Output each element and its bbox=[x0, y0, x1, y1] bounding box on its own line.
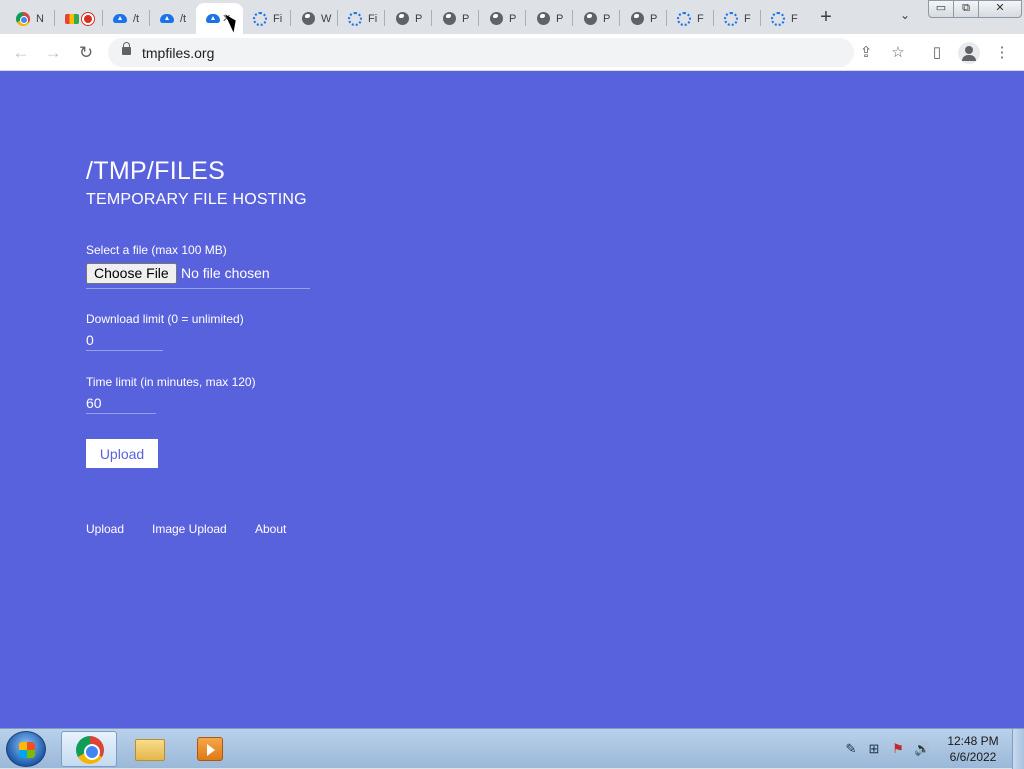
tab-16[interactable]: F bbox=[714, 3, 761, 34]
tab-10[interactable]: P bbox=[432, 3, 479, 34]
pen-icon[interactable]: ✎ bbox=[843, 741, 859, 757]
tab-title: F bbox=[697, 12, 704, 25]
clock-time: 12:48 PM bbox=[947, 734, 999, 748]
time-limit-input[interactable] bbox=[86, 392, 156, 414]
download-limit-label: Download limit (0 = unlimited) bbox=[86, 312, 244, 326]
address-bar[interactable]: tmpfiles.org bbox=[108, 38, 854, 67]
share-icon[interactable]: ⇪ bbox=[855, 42, 877, 64]
menu-kebab-icon[interactable]: ⋮ bbox=[991, 42, 1013, 64]
lock-icon[interactable] bbox=[122, 42, 131, 55]
tab-15[interactable]: F bbox=[667, 3, 714, 34]
tab-strip: N /t /t ✕ Fi W Fi P P P P P P F F F + ⌄ … bbox=[0, 0, 1024, 34]
loading-icon bbox=[253, 11, 267, 26]
globe-icon bbox=[301, 12, 315, 26]
tab-2[interactable] bbox=[55, 3, 102, 34]
url-text[interactable]: tmpfiles.org bbox=[142, 45, 214, 61]
page-title: /TMP/FILES bbox=[86, 157, 226, 185]
loading-icon bbox=[677, 11, 691, 26]
upload-button[interactable]: Upload bbox=[86, 439, 158, 468]
footer-link-image-upload[interactable]: Image Upload bbox=[152, 522, 227, 536]
tab-title: P bbox=[556, 12, 564, 25]
globe-icon bbox=[489, 12, 503, 26]
clock-date: 6/6/2022 bbox=[949, 750, 997, 764]
media-player-icon bbox=[197, 737, 223, 761]
windows-logo-icon bbox=[19, 742, 35, 758]
globe-icon bbox=[630, 12, 644, 26]
tab-title: P bbox=[462, 12, 470, 25]
bookmark-star-icon[interactable]: ☆ bbox=[887, 42, 909, 64]
tab-17[interactable]: F bbox=[761, 3, 808, 34]
tab-title: P bbox=[415, 12, 423, 25]
action-center-flag-icon[interactable]: ⚑ bbox=[890, 741, 906, 757]
globe-icon bbox=[442, 12, 456, 26]
loading-icon bbox=[771, 11, 785, 26]
tab-title: P bbox=[650, 12, 658, 25]
footer-link-about[interactable]: About bbox=[255, 522, 286, 536]
globe-icon bbox=[395, 12, 409, 26]
tab-title: F bbox=[744, 12, 751, 25]
tab-7[interactable]: W bbox=[291, 3, 338, 34]
tab-13[interactable]: P bbox=[573, 3, 620, 34]
tab-8[interactable]: Fi bbox=[338, 3, 385, 34]
page-content: /TMP/FILES TEMPORARY FILE HOSTING Select… bbox=[0, 71, 1024, 728]
recording-icon bbox=[82, 12, 94, 25]
download-limit-input[interactable] bbox=[86, 329, 163, 351]
taskbar-explorer[interactable] bbox=[122, 731, 178, 767]
profile-avatar-icon[interactable] bbox=[958, 42, 980, 64]
time-limit-label: Time limit (in minutes, max 120) bbox=[86, 375, 256, 389]
tab-1[interactable]: N bbox=[6, 3, 53, 34]
cloud-upload-icon bbox=[206, 12, 220, 26]
file-select-label: Select a file (max 100 MB) bbox=[86, 243, 227, 257]
taskbar-media-player[interactable] bbox=[183, 731, 239, 767]
footer-link-upload[interactable]: Upload bbox=[86, 522, 124, 536]
choose-file-button[interactable]: Choose File bbox=[86, 263, 177, 284]
cloud-upload-icon bbox=[113, 12, 127, 26]
tab-title: W bbox=[321, 12, 332, 25]
volume-icon[interactable]: 🔊 bbox=[914, 741, 930, 757]
tab-4[interactable]: /t bbox=[150, 3, 197, 34]
tab-3[interactable]: /t bbox=[103, 3, 150, 34]
show-desktop-button[interactable] bbox=[1012, 729, 1024, 769]
tab-14[interactable]: P bbox=[620, 3, 667, 34]
taskbar: ✎ ⊞ ⚑ 🔊 12:48 PM 6/6/2022 bbox=[0, 728, 1024, 769]
file-input[interactable]: Choose File No file chosen bbox=[86, 263, 310, 289]
tab-title: /t bbox=[180, 12, 187, 25]
close-window-button[interactable]: ✕ bbox=[978, 0, 1022, 18]
network-icon[interactable]: ⊞ bbox=[866, 741, 882, 757]
browser-toolbar: ← → ↻ tmpfiles.org ⇪ ☆ ▯ ⋮ bbox=[0, 34, 1024, 71]
cloud-upload-icon bbox=[160, 12, 174, 26]
tab-title: Fi bbox=[273, 12, 283, 25]
start-button[interactable] bbox=[6, 731, 46, 767]
globe-icon bbox=[583, 12, 597, 26]
globe-icon bbox=[536, 12, 550, 26]
tab-search-icon[interactable]: ⌄ bbox=[896, 8, 914, 26]
tab-title: P bbox=[603, 12, 611, 25]
loading-icon bbox=[348, 11, 362, 26]
forward-button[interactable]: → bbox=[41, 41, 65, 65]
minimize-button[interactable]: ▭ bbox=[928, 0, 954, 18]
restore-button[interactable]: ⧉ bbox=[953, 0, 979, 18]
tab-title: P bbox=[509, 12, 517, 25]
chrome-icon bbox=[76, 736, 104, 764]
system-clock[interactable]: 12:48 PM 6/6/2022 bbox=[940, 733, 1006, 765]
chrome-icon bbox=[16, 11, 30, 26]
side-panel-icon[interactable]: ▯ bbox=[926, 42, 948, 64]
no-file-chosen-text: No file chosen bbox=[181, 265, 270, 281]
tab-title: Fi bbox=[368, 12, 378, 25]
tab-title: F bbox=[791, 12, 798, 25]
tab-title: /t bbox=[133, 12, 140, 25]
loading-icon bbox=[724, 11, 738, 26]
tab-11[interactable]: P bbox=[479, 3, 526, 34]
page-subtitle: TEMPORARY FILE HOSTING bbox=[86, 191, 307, 208]
taskbar-chrome[interactable] bbox=[61, 731, 117, 767]
tab-9[interactable]: P bbox=[385, 3, 432, 34]
tab-title: N bbox=[36, 12, 44, 25]
tab-12[interactable]: P bbox=[526, 3, 573, 34]
meet-icon bbox=[65, 12, 79, 26]
explorer-icon bbox=[135, 739, 165, 761]
tab-6[interactable]: Fi bbox=[243, 3, 290, 34]
reload-button[interactable]: ↻ bbox=[74, 41, 98, 65]
back-button[interactable]: ← bbox=[9, 41, 33, 65]
new-tab-button[interactable]: + bbox=[814, 6, 838, 28]
